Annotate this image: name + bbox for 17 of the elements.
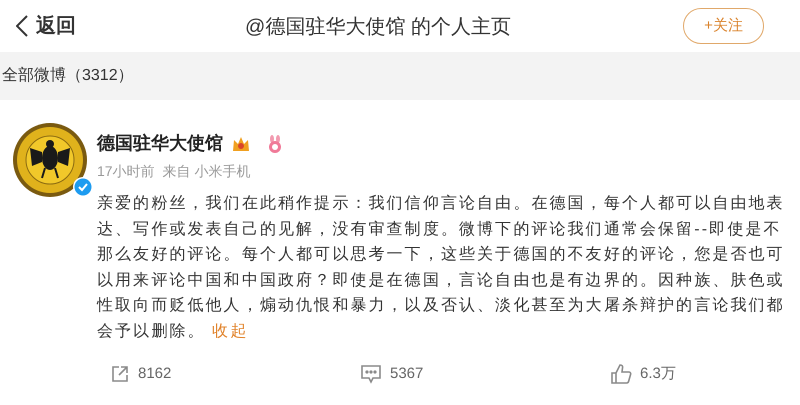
repost-button[interactable]: 8162 bbox=[110, 362, 250, 386]
author-name[interactable]: 德国驻华大使馆 bbox=[97, 130, 223, 157]
back-button[interactable]: 返回 bbox=[16, 11, 76, 41]
post-source: 来自 小米手机 bbox=[162, 162, 250, 181]
page-title: @德国驻华大使馆 的个人主页 bbox=[245, 15, 511, 40]
follow-button[interactable]: +关注 bbox=[683, 8, 764, 44]
share-icon bbox=[110, 364, 130, 384]
post-time: 17小时前 bbox=[97, 162, 155, 181]
post-text: 亲爱的粉丝，我们在此稍作提示：我们信仰言论自由。在德国，每个人都可以自由地表达、写作或发表自己的见解，没有审查制度。微博下的评论我们通常会保留--即使是不那么友好的评论。每个人都可以思考一下，这些关于德国的不友好的评论，您是否也可以用来评论中国和中国政府？即使是在德国，言论自由也是有边界的。因种族、肤色或性取向而贬低他人，煽动仇恨和暴力，以及否认、淡化甚至为大屠杀辩护的言论我们都会予以删除。 收起 bbox=[97, 194, 786, 342]
chevron-left-icon bbox=[16, 15, 28, 37]
thumbs-up-icon bbox=[610, 362, 632, 385]
comment-icon bbox=[360, 364, 382, 384]
section-label: 全部微博（3312） bbox=[1, 66, 134, 86]
like-button[interactable]: 6.3万 bbox=[610, 362, 750, 386]
crown-badge-icon bbox=[231, 134, 251, 152]
bunny-badge-icon bbox=[267, 134, 283, 152]
comment-button[interactable]: 5367 bbox=[360, 362, 500, 386]
